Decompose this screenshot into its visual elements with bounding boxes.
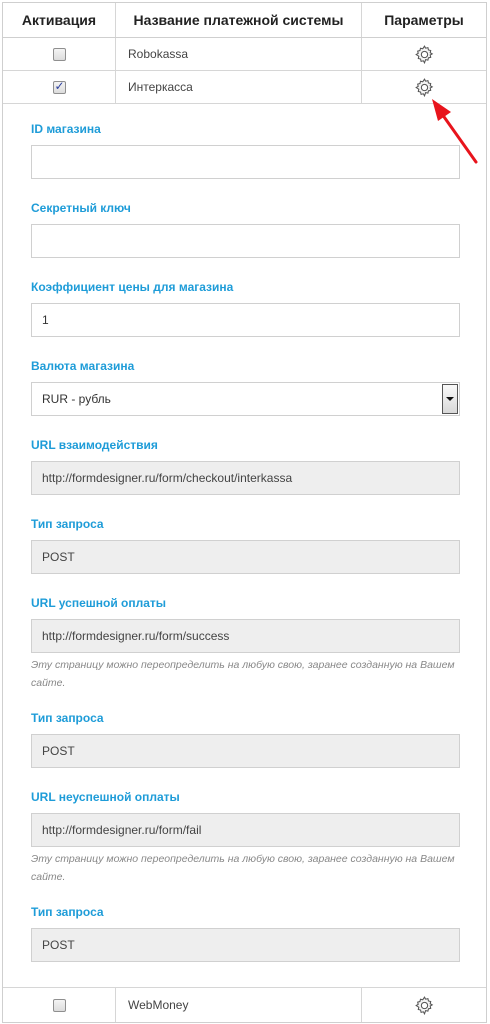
request-type-field: POST bbox=[31, 734, 460, 768]
gear-icon[interactable] bbox=[414, 44, 435, 65]
secret-key-label: Секретный ключ bbox=[31, 201, 131, 215]
header-activation: Активация bbox=[3, 3, 116, 37]
payment-systems-table: Активация Название платежной системы Пар… bbox=[2, 2, 487, 1023]
table-row-webmoney: WebMoney bbox=[3, 988, 486, 1022]
secret-key-input[interactable] bbox=[31, 224, 460, 258]
fail-url-note: Эту страницу можно переопределить на люб… bbox=[31, 853, 455, 883]
currency-selected-value: RUR - рубль bbox=[42, 392, 111, 406]
price-coef-label: Коэффициент цены для магазина bbox=[31, 280, 234, 294]
fail-url-label: URL неуспешной оплаты bbox=[31, 790, 180, 804]
interkassa-settings-panel: ID магазина Секретный ключ Коэффициент ц… bbox=[3, 104, 486, 988]
request-type-label: Тип запроса bbox=[31, 905, 104, 919]
request-type-label: Тип запроса bbox=[31, 711, 104, 725]
table-header: Активация Название платежной системы Пар… bbox=[3, 3, 486, 38]
price-coef-input[interactable]: 1 bbox=[31, 303, 460, 337]
interaction-url-field: http://formdesigner.ru/form/checkout/int… bbox=[31, 461, 460, 495]
interaction-url-label: URL взаимодействия bbox=[31, 438, 158, 452]
request-type-field: POST bbox=[31, 540, 460, 574]
activate-checkbox-webmoney[interactable] bbox=[52, 998, 66, 1012]
payment-system-name: WebMoney bbox=[116, 988, 362, 1022]
request-type-label: Тип запроса bbox=[31, 517, 104, 531]
success-url-field: http://formdesigner.ru/form/success bbox=[31, 619, 460, 653]
fail-url-field: http://formdesigner.ru/form/fail bbox=[31, 813, 460, 847]
currency-select[interactable]: RUR - рубль bbox=[31, 382, 460, 416]
gear-icon[interactable] bbox=[414, 77, 435, 98]
activate-checkbox-interkassa[interactable] bbox=[52, 79, 66, 94]
request-type-field: POST bbox=[31, 928, 460, 962]
shop-id-label: ID магазина bbox=[31, 122, 101, 136]
activate-checkbox-robokassa[interactable] bbox=[52, 47, 66, 61]
payment-system-name: Robokassa bbox=[116, 38, 362, 70]
table-row-robokassa: Robokassa bbox=[3, 38, 486, 71]
success-url-label: URL успешной оплаты bbox=[31, 596, 167, 610]
header-name: Название платежной системы bbox=[116, 3, 362, 37]
success-url-note: Эту страницу можно переопределить на люб… bbox=[31, 659, 455, 689]
currency-label: Валюта магазина bbox=[31, 359, 135, 373]
chevron-down-icon[interactable] bbox=[442, 384, 458, 414]
table-row-interkassa: Интеркасса bbox=[3, 71, 486, 104]
payment-system-name: Интеркасса bbox=[116, 71, 362, 103]
gear-icon[interactable] bbox=[414, 995, 435, 1016]
header-params: Параметры bbox=[384, 12, 464, 28]
shop-id-input[interactable] bbox=[31, 145, 460, 179]
